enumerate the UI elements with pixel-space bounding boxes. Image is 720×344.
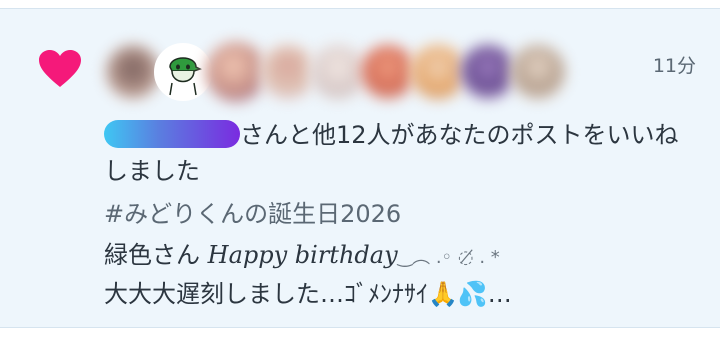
heart-icon: [39, 50, 81, 87]
avatar[interactable]: [509, 43, 567, 101]
post-line-1: 緑色さん Happy birthday‿︵ .◦ ◌̸ . *: [104, 237, 512, 276]
post-line-1-prefix: 緑色さん: [104, 241, 208, 269]
post-hashtag[interactable]: #みどりくんの誕生日2026: [104, 194, 401, 229]
notification-time: 11分: [652, 55, 696, 77]
liker-avatars: [104, 40, 624, 104]
redacted-username[interactable]: [104, 120, 240, 148]
post-excerpt[interactable]: 緑色さん Happy birthday‿︵ .◦ ◌̸ . * 大大大遅刻しまし…: [104, 237, 512, 312]
post-line-1-deco: ‿︵ .◦ ◌̸ . *: [397, 247, 500, 268]
like-summary: さんと他12人があなたのポストをいいねしました: [104, 117, 688, 189]
like-notification[interactable]: 11分 さんと他12人があなたのポストをいいねしました #みどりくんの誕生日20…: [0, 8, 720, 328]
green-character-icon: [156, 45, 210, 99]
post-line-1-italic: Happy birthday: [207, 241, 398, 269]
post-line-2: 大大大遅刻しました…ｺﾞﾒﾝﾅｻｲ🙏💦…: [104, 280, 512, 308]
